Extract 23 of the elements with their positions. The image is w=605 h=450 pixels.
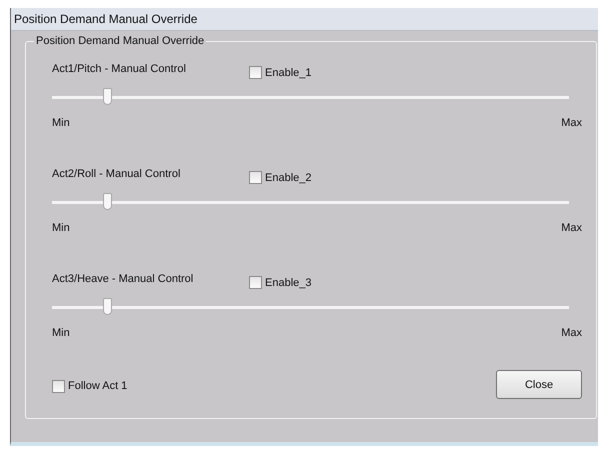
checkbox-square[interactable]: [249, 276, 262, 289]
max-label: Max: [561, 117, 582, 129]
slider-thumb[interactable]: [103, 192, 112, 210]
control-label: Act2/Roll - Manual Control: [52, 168, 182, 180]
close-button[interactable]: Close: [496, 370, 582, 399]
enable-checkbox[interactable]: Enable_3: [249, 276, 312, 289]
max-label: Max: [561, 327, 582, 339]
checkbox-square[interactable]: [52, 380, 65, 392]
window-title: Position Demand Manual Override: [14, 12, 198, 26]
min-label: Min: [52, 222, 70, 234]
checkbox-square[interactable]: [249, 171, 262, 184]
min-label: Min: [52, 117, 70, 129]
control-label: Act3/Heave - Manual Control: [52, 273, 194, 285]
control-label: Act1/Pitch - Manual Control: [52, 63, 187, 75]
follow-checkbox[interactable]: Follow Act 1: [52, 380, 128, 392]
slider-thumb[interactable]: [103, 88, 112, 104]
enable-checkbox[interactable]: Enable_1: [249, 66, 312, 79]
checkbox-square[interactable]: [249, 66, 262, 79]
slider-thumb[interactable]: [103, 298, 112, 314]
max-label: Max: [561, 222, 582, 234]
min-label: Min: [52, 327, 70, 339]
enable-checkbox[interactable]: Enable_2: [249, 171, 312, 184]
group-title: Position Demand Manual Override: [35, 35, 206, 47]
